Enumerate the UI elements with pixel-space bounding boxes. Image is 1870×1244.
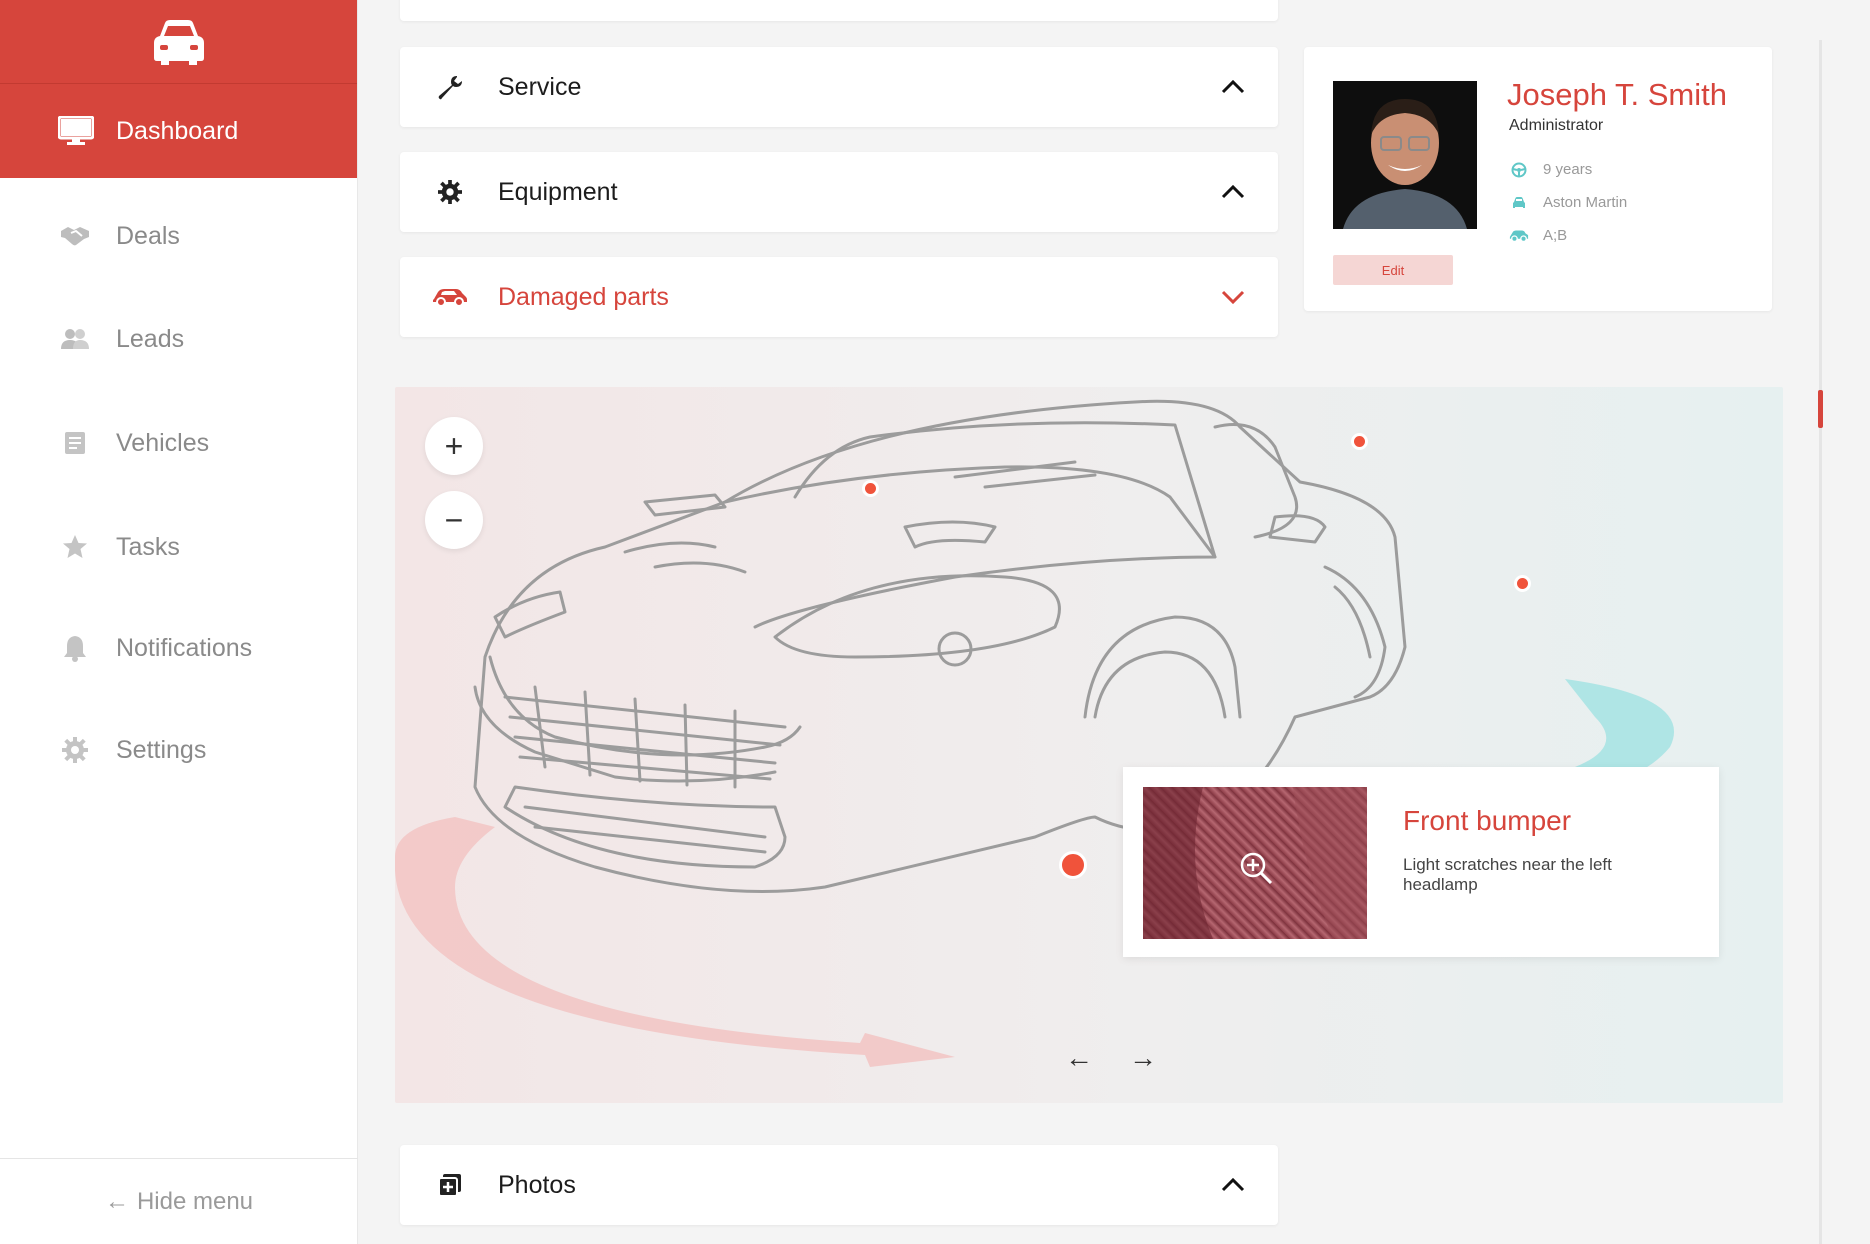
damage-title: Front bumper [1403,805,1572,836]
damage-hotspot-active[interactable] [1059,851,1087,879]
accordion-label: Photos [498,1170,576,1199]
bell-icon [60,633,90,663]
profile-card: Edit Joseph T. Smith Administrator 9 yea… [1304,47,1772,311]
car-value: Aston Martin [1543,194,1628,211]
profile-role: Administrator [1509,117,1604,134]
edit-button[interactable]: Edit [1333,255,1453,285]
zoom-in-button[interactable]: + [425,417,483,475]
chevron-up-icon[interactable] [1218,185,1248,199]
car-side-icon [1509,229,1529,243]
damage-photo[interactable] [1143,787,1367,939]
next-arrow-button[interactable]: → [1129,1042,1157,1074]
previous-arrow-button[interactable]: ← [1065,1042,1093,1074]
scrollbar-thumb[interactable] [1818,390,1823,428]
sidebar-item-label: Dashboard [116,116,239,145]
damage-hotspot[interactable] [1514,575,1531,592]
experience-value: 9 years [1543,161,1593,178]
sidebar-item-tasks[interactable]: Tasks [0,517,358,577]
photos-add-icon [430,1172,470,1198]
users-icon [60,324,90,354]
damage-description: Light scratches near the left headlamp [1403,855,1612,894]
star-icon [60,532,90,562]
sidebar-item-label: Leads [116,324,185,353]
accordion-photos[interactable]: Photos [400,1145,1278,1225]
zoom-out-button[interactable]: − [425,491,483,549]
damage-hotspot[interactable] [862,480,879,497]
car-logo-icon [153,19,204,65]
sidebar-item-label: Tasks [116,532,180,561]
monitor-icon [58,116,94,145]
scrollbar-track[interactable] [1819,40,1822,1244]
accordion-equipment[interactable]: Equipment [400,152,1278,232]
chevron-down-icon[interactable] [1218,290,1248,304]
avatar [1333,81,1477,229]
zoom-magnifier-icon [1240,852,1273,885]
car-damage-viewer[interactable]: + − Front bumper Light scratches near th… [395,387,1783,1103]
sidebar-item-label: Vehicles [116,428,210,457]
gear-icon [430,180,470,204]
steering-wheel-icon [1509,162,1529,178]
profile-car: Aston Martin [1509,194,1627,211]
damage-hotspot[interactable] [1351,433,1368,450]
accordion-label: Service [498,72,582,101]
sidebar-item-label: Deals [116,221,180,250]
handshake-icon [60,221,90,251]
profile-experience: 9 years [1509,161,1592,178]
document-icon [60,428,90,458]
accordion-service[interactable]: Service [400,47,1278,127]
chevron-up-icon[interactable] [1218,1178,1248,1192]
accordion-label: Equipment [498,177,618,206]
car-front-icon [1509,196,1529,210]
sidebar: Dashboard Deals Leads Vehicles Tasks Not… [0,0,358,1244]
license-value: A;B [1543,227,1568,244]
gear-icon [60,735,90,765]
chevron-up-icon[interactable] [1218,80,1248,94]
profile-name: Joseph T. Smith [1507,77,1727,112]
accordion-label: Damaged parts [498,282,669,311]
sidebar-item-label: Settings [116,735,207,764]
profile-license: A;B [1509,227,1567,244]
hide-menu-label: Hide menu [136,1187,254,1215]
sidebar-item-deals[interactable]: Deals [0,206,358,266]
accordion-damaged-parts[interactable]: Damaged parts [400,257,1278,337]
wrench-icon [430,74,470,100]
top-card [400,0,1278,21]
logo[interactable] [0,0,357,84]
sidebar-item-vehicles[interactable]: Vehicles [0,413,358,473]
damage-detail-card: Front bumper Light scratches near the le… [1123,767,1719,957]
rotation-arrow-graphic [395,399,1675,1067]
hide-menu-button[interactable]: ← Hide menu [0,1158,358,1244]
car-icon [430,287,470,307]
sidebar-item-label: Notifications [116,633,253,662]
sidebar-item-notifications[interactable]: Notifications [0,618,358,678]
arrow-left-icon: ← [104,1187,129,1215]
sidebar-item-leads[interactable]: Leads [0,309,358,369]
sidebar-item-settings[interactable]: Settings [0,720,358,780]
sidebar-item-dashboard[interactable]: Dashboard [0,84,357,178]
